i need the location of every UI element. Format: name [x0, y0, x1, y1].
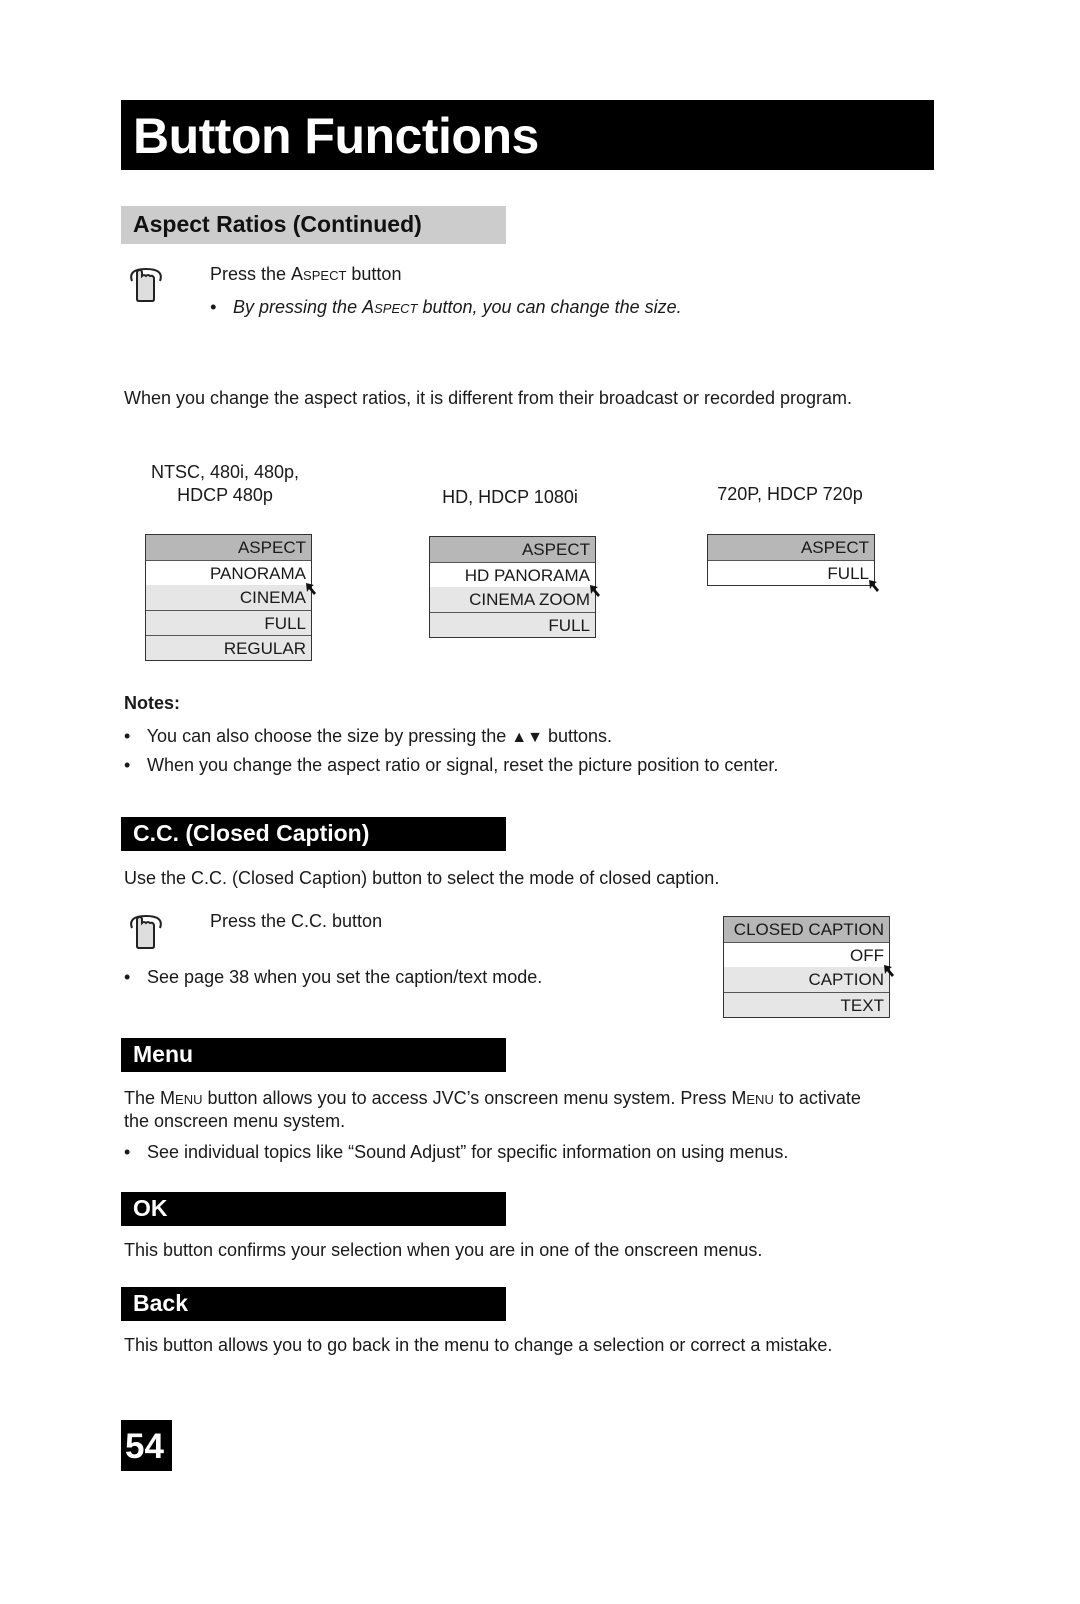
source-label-2: HD, HDCP 1080i — [442, 487, 578, 507]
note-2-text: When you change the aspect ratio or sign… — [147, 755, 779, 775]
aspect-instruction-pre: Press the — [210, 264, 292, 284]
cc-menu: CLOSED CAPTION OFF CAPTION TEXT — [723, 916, 890, 1018]
note-1-pre: You can also choose the size by pressing… — [146, 726, 512, 746]
aspect-bullet: By pressing the Aspect button, you can c… — [210, 296, 682, 318]
aspect-menu-2: ASPECT HD PANORAMA CINEMA ZOOM FULL — [429, 536, 596, 638]
menu-intro-part: to activate — [773, 1088, 861, 1108]
menu-item[interactable]: CINEMA — [146, 585, 311, 610]
source-label-3: 720P, HDCP 720p — [717, 484, 863, 504]
note-2: When you change the aspect ratio or sign… — [124, 754, 778, 776]
aspect-menu-3: ASPECT FULL — [707, 534, 875, 586]
cursor-arrow-icon — [869, 580, 879, 592]
cc-bullet-text: See page 38 when you set the caption/tex… — [147, 967, 543, 987]
up-down-arrows-icon: ▲▼ — [511, 729, 543, 746]
menu-intro: The Menu button allows you to access JVC… — [124, 1087, 861, 1109]
menu-item-selected[interactable]: OFF — [724, 942, 889, 967]
hand-press-icon — [130, 267, 162, 302]
aspect-key-name: Aspect — [291, 264, 347, 284]
section-heading-back-text: Back — [133, 1290, 188, 1316]
menu-item[interactable]: CINEMA ZOOM — [430, 587, 595, 612]
section-heading-cc: C.C. (Closed Caption) — [121, 817, 506, 851]
menu-item[interactable]: FULL — [146, 610, 311, 635]
menu-bullet-text: See individual topics like “Sound Adjust… — [147, 1142, 789, 1162]
cc-instruction: Press the C.C. button — [210, 911, 383, 931]
source-label-1: NTSC, 480i, 480p, HDCP 480p — [130, 461, 320, 507]
section-heading-back: Back — [121, 1287, 506, 1321]
source-label-1-line1: NTSC, 480i, 480p, — [150, 462, 300, 482]
cursor-arrow-icon — [306, 583, 316, 595]
menu-item[interactable]: REGULAR — [146, 635, 311, 660]
menu-item[interactable]: FULL — [430, 612, 595, 637]
aspect-intro: When you change the aspect ratios, it is… — [124, 388, 853, 408]
section-heading-ok: OK — [121, 1192, 506, 1226]
menu-header: ASPECT — [430, 537, 595, 562]
menu-item-selected[interactable]: HD PANORAMA — [430, 562, 595, 587]
menu-item-selected[interactable]: FULL — [708, 560, 874, 585]
page-title: Button Functions — [133, 108, 539, 164]
back-description: This button allows you to go back in the… — [124, 1335, 833, 1355]
menu-header: ASPECT — [708, 535, 874, 560]
section-heading-menu-text: Menu — [133, 1041, 194, 1067]
section-heading-aspect-text: Aspect Ratios (Continued) — [133, 211, 422, 237]
menu-item[interactable]: TEXT — [724, 992, 889, 1017]
cursor-arrow-icon — [884, 965, 894, 977]
cc-bullet: See page 38 when you set the caption/tex… — [124, 966, 542, 988]
menu-intro-part: The — [124, 1088, 161, 1108]
page-number-box: 54 — [121, 1420, 172, 1471]
aspect-menu-1: ASPECT PANORAMA CINEMA FULL REGULAR — [145, 534, 312, 661]
aspect-bullet-pre: By pressing the — [233, 297, 363, 317]
section-heading-ok-text: OK — [133, 1195, 168, 1221]
aspect-instruction: Press the Aspect button — [210, 263, 401, 285]
menu-bullet: See individual topics like “Sound Adjust… — [124, 1141, 788, 1163]
note-1: You can also choose the size by pressing… — [124, 725, 612, 749]
menu-intro-line2: the onscreen menu system. — [124, 1111, 346, 1131]
menu-intro-part: button allows you to access JVC’s onscre… — [202, 1088, 732, 1108]
page-title-bar: Button Functions — [121, 100, 934, 170]
note-1-post: buttons. — [542, 726, 612, 746]
section-heading-menu: Menu — [121, 1038, 506, 1072]
aspect-bullet-post: button, you can change the size. — [417, 297, 682, 317]
ok-description: This button confirms your selection when… — [124, 1240, 763, 1260]
hand-press-icon — [130, 914, 162, 949]
menu-item-selected[interactable]: PANORAMA — [146, 560, 311, 585]
menu-header: ASPECT — [146, 535, 311, 560]
cc-intro: Use the C.C. (Closed Caption) button to … — [124, 868, 720, 888]
page-number: 54 — [125, 1427, 164, 1466]
menu-item[interactable]: CAPTION — [724, 967, 889, 992]
section-heading-aspect: Aspect Ratios (Continued) — [121, 206, 506, 244]
aspect-bullet-key: Aspect — [362, 297, 418, 317]
aspect-instruction-post: button — [346, 264, 402, 284]
menu-key-name: Menu — [160, 1088, 203, 1108]
menu-key-name: Menu — [731, 1088, 774, 1108]
menu-header: CLOSED CAPTION — [724, 917, 889, 942]
cursor-arrow-icon — [590, 585, 600, 597]
section-heading-cc-text: C.C. (Closed Caption) — [133, 820, 370, 846]
notes-label: Notes: — [124, 693, 181, 713]
source-label-1-line2: HDCP 480p — [177, 485, 273, 505]
